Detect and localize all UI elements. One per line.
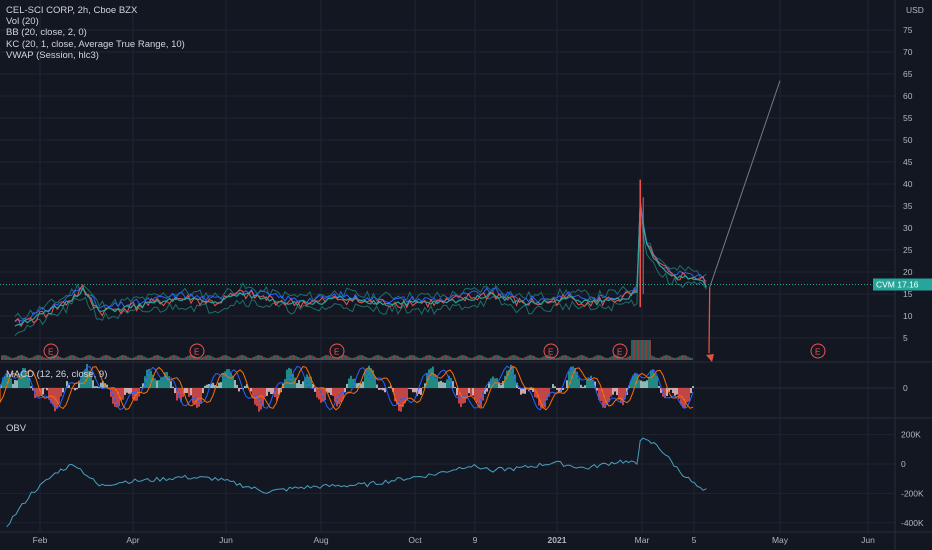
price-tick-label: 70	[903, 47, 913, 57]
price-tick-label: 30	[903, 223, 913, 233]
time-axis-label: Aug	[313, 535, 328, 545]
legend-vol[interactable]: Vol (20)	[6, 16, 185, 27]
obv-label[interactable]: OBV	[6, 423, 26, 434]
price-tag-text: CVM 17.16	[876, 279, 919, 289]
time-axis-label: 5	[692, 535, 697, 545]
price-tick-label: 75	[903, 25, 913, 35]
time-axis-label: Feb	[33, 535, 48, 545]
earnings-marker-label: E	[815, 348, 820, 357]
obv-tick-label: -200K	[901, 488, 924, 498]
earnings-marker-label: E	[617, 348, 622, 357]
legend-vwap[interactable]: VWAP (Session, hlc3)	[6, 50, 185, 61]
legend-bb[interactable]: BB (20, close, 2, 0)	[6, 27, 185, 38]
macd-label[interactable]: MACD (12, 26, close, 9)	[6, 369, 107, 380]
price-tick-label: 40	[903, 179, 913, 189]
price-tick-label: 15	[903, 289, 913, 299]
chart-canvas[interactable]: 51015202530354045505560657075USDCVM 17.1…	[0, 0, 932, 550]
time-axis-label: Jun	[219, 535, 233, 545]
obv-tick-label: 200K	[901, 430, 921, 440]
time-axis-label: Apr	[126, 535, 139, 545]
time-axis-label: Mar	[635, 535, 650, 545]
forecast-down-line	[708, 287, 711, 354]
price-tick-label: 65	[903, 69, 913, 79]
earnings-marker-label: E	[548, 348, 553, 357]
price-tick-label: 10	[903, 311, 913, 321]
earnings-marker-label: E	[194, 348, 199, 357]
earnings-marker-label: E	[48, 348, 53, 357]
price-tick-label: 55	[903, 113, 913, 123]
legend-kc[interactable]: KC (20, 1, close, Average True Range, 10…	[6, 39, 185, 50]
chart-legend: CEL-SCI CORP, 2h, Cboe BZX Vol (20) BB (…	[6, 5, 185, 61]
price-tick-label: 5	[903, 333, 908, 343]
time-axis-label: Oct	[408, 535, 422, 545]
price-tick-label: 35	[903, 201, 913, 211]
obv-tick-label: 0	[901, 459, 906, 469]
earnings-marker-label: E	[334, 348, 339, 357]
time-axis-label: May	[772, 535, 789, 545]
legend-title: CEL-SCI CORP, 2h, Cboe BZX	[6, 5, 138, 16]
price-tick-label: 45	[903, 157, 913, 167]
currency-label: USD	[906, 5, 924, 15]
price-tick-label: 25	[903, 245, 913, 255]
time-axis-label: 2021	[548, 535, 567, 545]
macd-tick-label: 0	[903, 383, 908, 393]
price-tick-label: 50	[903, 135, 913, 145]
price-tick-label: 60	[903, 91, 913, 101]
price-tick-label: 20	[903, 267, 913, 277]
obv-tick-label: -400K	[901, 518, 924, 528]
time-axis-label: 9	[473, 535, 478, 545]
time-axis-label: Jun	[861, 535, 875, 545]
